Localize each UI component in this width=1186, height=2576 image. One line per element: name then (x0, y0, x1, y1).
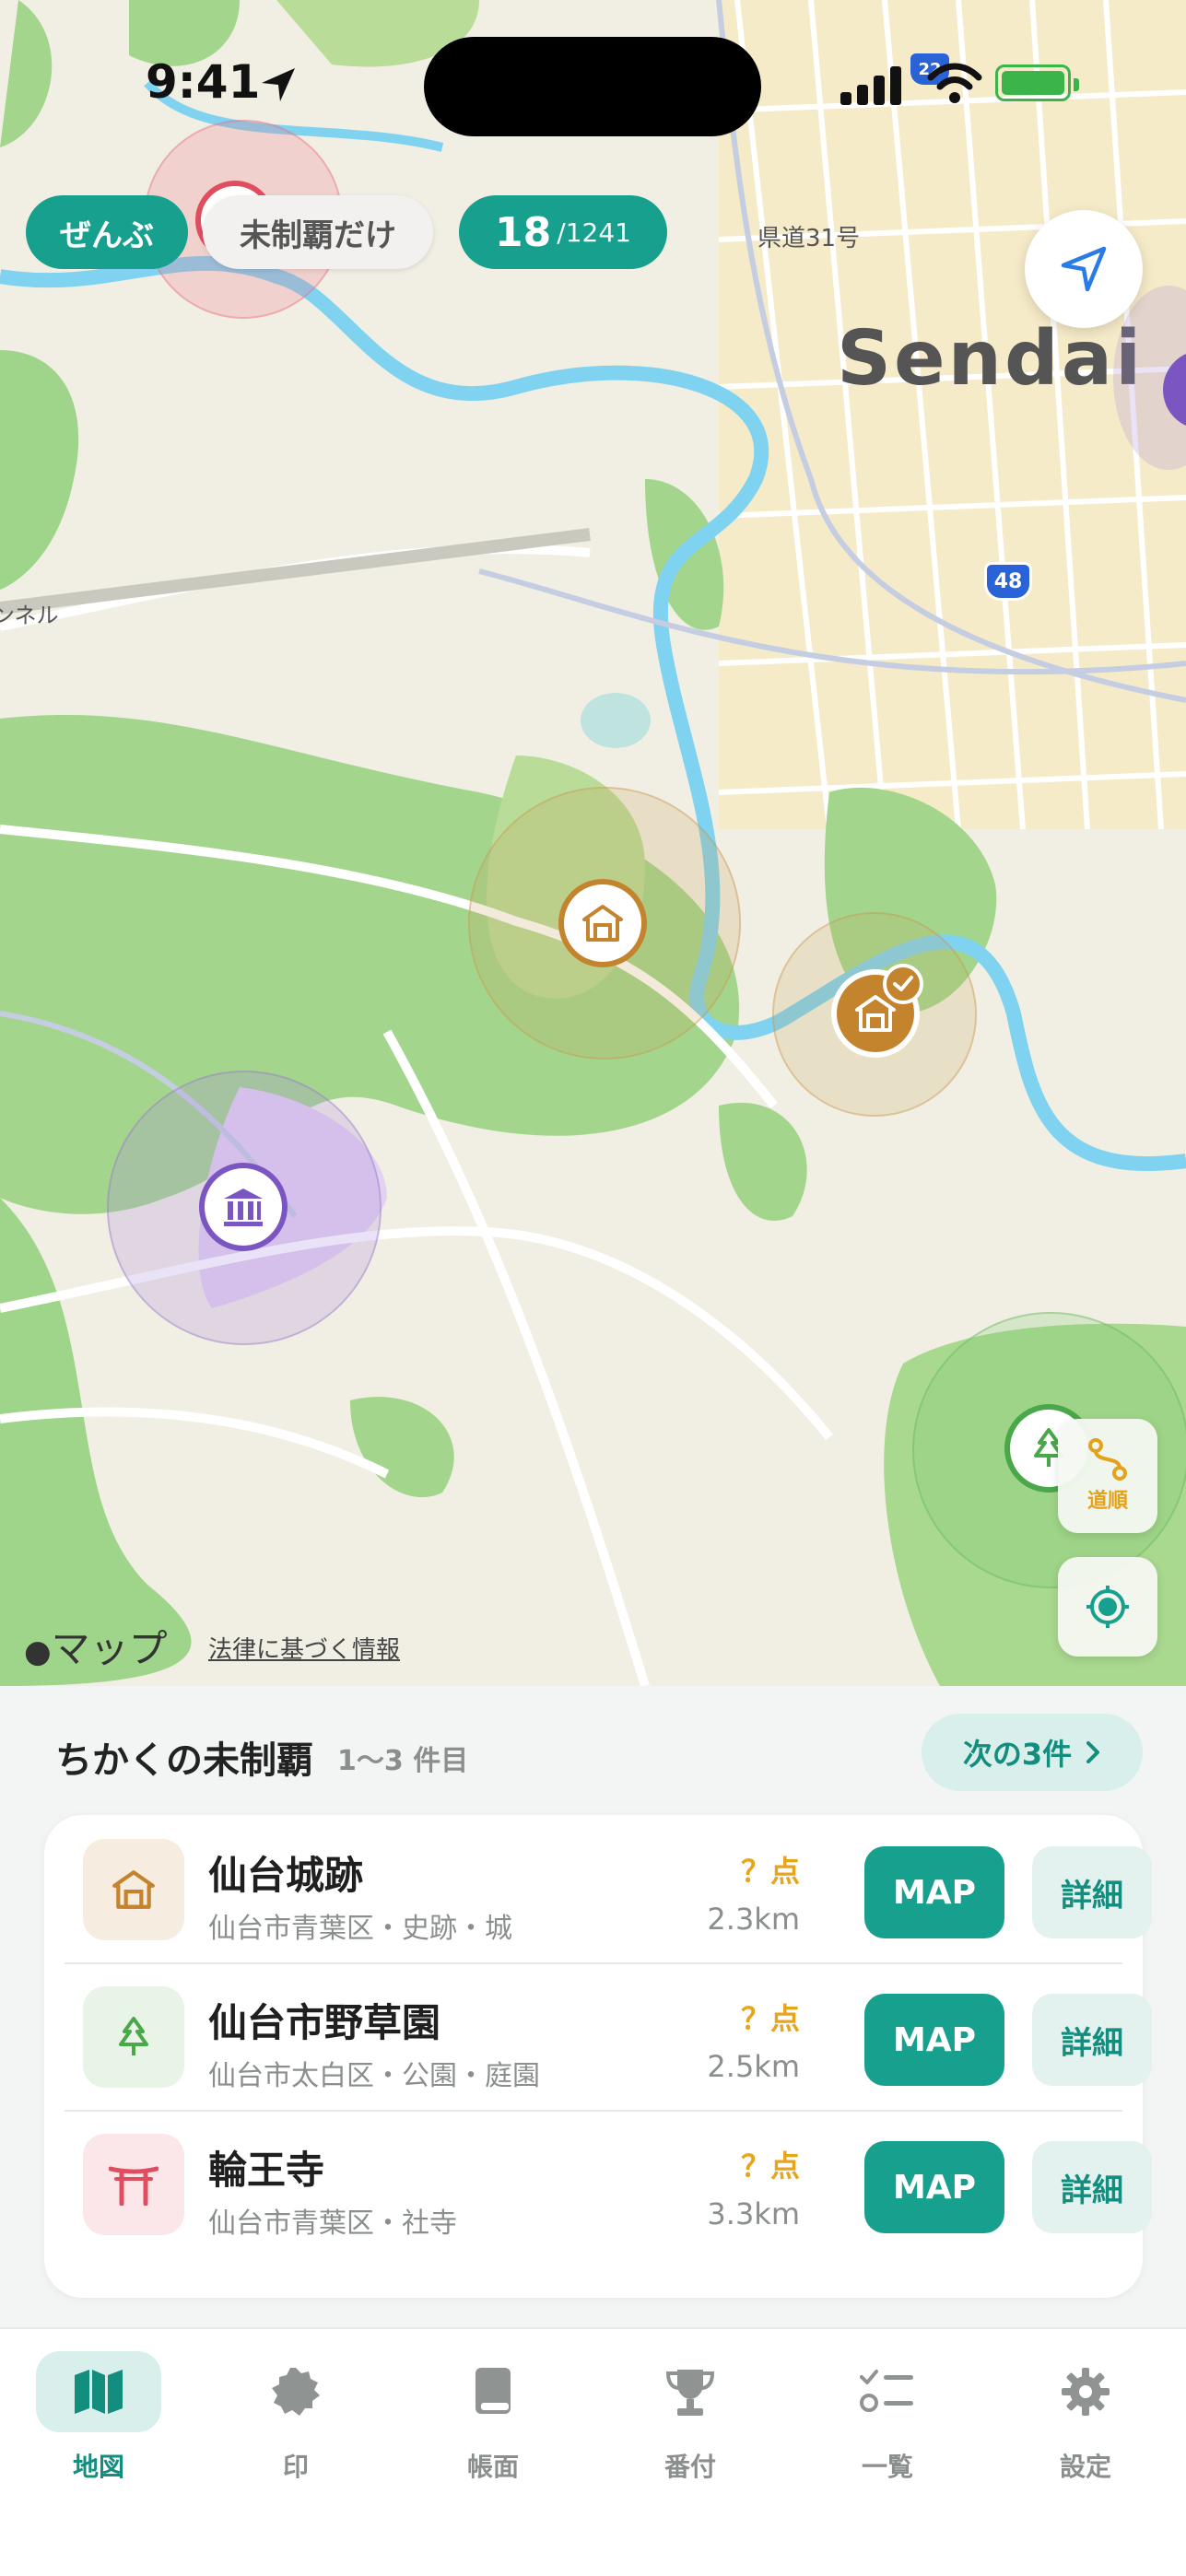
nearby-sheet: ちかくの未制覇 1〜3 件目 次の3件 仙台城跡 仙台市青葉区・史跡・城 ？点 … (0, 1686, 1186, 2327)
tab-icon-wrap (1023, 2351, 1148, 2432)
tab-label: 一覧 (861, 2452, 913, 2482)
current-location-button[interactable] (1025, 210, 1143, 328)
next-page-label: 次の3件 (962, 1737, 1073, 1772)
target-icon (1086, 1586, 1129, 1628)
item-points: ？点 (740, 1854, 800, 1889)
museum-pin[interactable] (199, 1163, 288, 1251)
item-detail-button[interactable]: 詳細 (1032, 1846, 1152, 1938)
maps-attribution: ●マップ (24, 1618, 168, 1674)
wifi-icon (927, 63, 982, 103)
item-subtitle: 仙台市青葉区・社寺 (208, 2207, 457, 2240)
tab-icon-wrap (36, 2351, 161, 2432)
directions-button[interactable]: 道順 (1058, 1419, 1157, 1533)
castle-icon (582, 905, 623, 942)
tab-label: 地図 (72, 2452, 124, 2482)
filter-all-button[interactable]: ぜんぶ (26, 195, 188, 269)
trophy-icon (665, 2370, 715, 2416)
item-name: 輪王寺 (208, 2148, 325, 2193)
list-item[interactable]: 輪王寺 仙台市青葉区・社寺 ？点 3.3km MAP 詳細 (65, 2112, 1152, 2259)
navigation-arrow-icon (1061, 246, 1107, 292)
check-icon (893, 976, 913, 991)
legal-link[interactable]: 法律に基づく情報 (208, 1631, 400, 1665)
item-distance: 2.3km (707, 1902, 800, 1937)
list-item[interactable]: 仙台城跡 仙台市青葉区・史跡・城 ？点 2.3km MAP 詳細 (65, 1817, 1152, 1964)
item-thumb (83, 1839, 184, 1940)
cellular-signal-icon (840, 66, 901, 105)
tab-bar: 地図 印 帳面 番付 一覧 設定 (0, 2327, 1186, 2576)
castle-icon (112, 1870, 155, 1909)
item-thumb (83, 2134, 184, 2235)
item-points: ？点 (740, 2001, 800, 2036)
map-icon (75, 2370, 123, 2414)
attribution-text: マップ (51, 1626, 168, 1671)
item-map-button[interactable]: MAP (864, 1846, 1004, 1938)
tab-list[interactable]: 一覧 (804, 2351, 970, 2526)
count-total: /1241 (557, 217, 631, 248)
item-distance: 2.5km (707, 2049, 800, 2084)
item-detail-button[interactable]: 詳細 (1032, 2141, 1152, 2233)
tab-seal[interactable]: 印 (213, 2351, 379, 2526)
torii-icon (109, 2166, 159, 2206)
item-thumb (83, 1986, 184, 2088)
progress-count-badge: 18 /1241 (459, 195, 667, 269)
tab-book[interactable]: 帳面 (410, 2351, 576, 2526)
city-label: Sendai (837, 315, 1145, 403)
item-name: 仙台城跡 (208, 1853, 364, 1898)
route-icon (1088, 1438, 1127, 1481)
list-item[interactable]: 仙台市野草園 仙台市太白区・公園・庭園 ？点 2.5km MAP 詳細 (65, 1964, 1152, 2112)
visited-check-badge (883, 964, 923, 1004)
tab-ranking[interactable]: 番付 (607, 2351, 773, 2526)
sheet-title: ちかくの未制覇 (55, 1739, 313, 1782)
tunnel-label: ンネル (0, 603, 59, 628)
tab-icon-wrap (233, 2351, 358, 2432)
tab-label: 設定 (1059, 2452, 1111, 2482)
seal-icon (272, 2368, 320, 2416)
item-detail-button[interactable]: 詳細 (1032, 1994, 1152, 2086)
book-icon (476, 2368, 511, 2414)
tab-label: 帳面 (466, 2452, 519, 2482)
next-page-button[interactable]: 次の3件 (922, 1714, 1143, 1791)
filter-unconquered-button[interactable]: 未制覇だけ (203, 195, 433, 269)
tab-settings[interactable]: 設定 (1003, 2351, 1168, 2526)
map-view[interactable]: 県道31号 ンネル Sendai 48 9:41 22 ぜんぶ 未制覇だけ 18… (0, 0, 1186, 1686)
tab-icon-wrap (430, 2351, 556, 2432)
directions-label: 道順 (1086, 1490, 1128, 1513)
gear-icon (1062, 2368, 1110, 2416)
nearby-list: 仙台城跡 仙台市青葉区・史跡・城 ？点 2.3km MAP 詳細 仙台市野草園 … (44, 1815, 1152, 2298)
tab-icon-wrap (628, 2351, 753, 2432)
castle-pin[interactable] (558, 879, 647, 967)
item-map-button[interactable]: MAP (864, 2141, 1004, 2233)
apple-logo-icon: ● (24, 1633, 52, 1670)
tab-label: 番付 (663, 2452, 716, 2482)
tab-icon-wrap (825, 2351, 950, 2432)
tab-map[interactable]: 地図 (16, 2351, 182, 2526)
item-subtitle: 仙台市太白区・公園・庭園 (208, 2060, 540, 2092)
checklist-icon (860, 2370, 913, 2412)
road-label: 県道31号 (757, 225, 861, 252)
tab-label: 印 (282, 2452, 309, 2482)
dynamic-island (424, 37, 761, 136)
status-time: 9:41 (146, 55, 261, 109)
item-points: ？点 (740, 2149, 800, 2184)
count-current: 18 (495, 208, 552, 256)
route-shield: 48 (984, 562, 1032, 601)
track-location-button[interactable] (1058, 1557, 1157, 1657)
museum-icon (224, 1188, 263, 1226)
item-name: 仙台市野草園 (208, 2000, 441, 2045)
item-map-button[interactable]: MAP (864, 1994, 1004, 2086)
item-distance: 3.3km (707, 2196, 800, 2231)
item-subtitle: 仙台市青葉区・史跡・城 (208, 1913, 512, 1945)
tree-icon (119, 2017, 148, 2055)
chevron-right-icon (1086, 1741, 1100, 1763)
sheet-range: 1〜3 件目 (337, 1745, 469, 1777)
battery-icon (995, 64, 1079, 101)
location-arrow-icon (262, 68, 295, 101)
